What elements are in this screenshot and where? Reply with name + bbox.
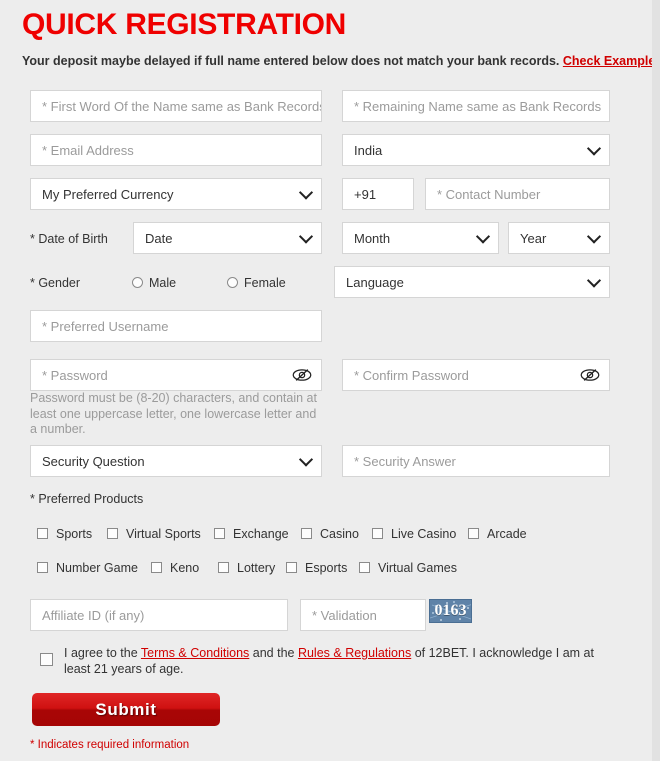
chevron-down-icon	[586, 229, 602, 244]
product-label-keno[interactable]: Keno	[170, 561, 199, 575]
product-checkbox-lottery[interactable]	[218, 562, 229, 573]
chevron-down-icon	[475, 229, 491, 244]
page-scroll-gutter	[652, 0, 660, 761]
security-question-value: Security Question	[42, 453, 145, 469]
country-select[interactable]: India	[342, 134, 610, 166]
security-question-select[interactable]: Security Question	[30, 445, 322, 477]
gender-male-label[interactable]: Male	[149, 276, 176, 290]
product-checkbox-arcade[interactable]	[468, 528, 479, 539]
terms-part-2: and the	[249, 646, 298, 660]
affiliate-id-placeholder: Affiliate ID (if any)	[42, 607, 145, 623]
captcha-image[interactable]: 0163	[429, 599, 472, 623]
validation-placeholder: * Validation	[312, 607, 377, 623]
country-value: India	[354, 142, 383, 158]
page-title: QUICK REGISTRATION	[22, 8, 347, 41]
affiliate-id-input[interactable]: Affiliate ID (if any)	[30, 599, 288, 631]
product-checkbox-exchange[interactable]	[214, 528, 225, 539]
gender-label: * Gender	[30, 276, 81, 290]
password-placeholder: * Password	[42, 367, 108, 383]
last-name-input[interactable]: * Remaining Name same as Bank Records	[342, 90, 610, 122]
required-information-note: * Indicates required information	[30, 739, 190, 751]
chevron-down-icon	[586, 273, 602, 288]
chevron-down-icon	[298, 229, 314, 244]
rules-and-regulations-link[interactable]: Rules & Regulations	[298, 646, 411, 660]
phone-prefix-value: +91	[354, 186, 377, 202]
check-example-link[interactable]: Check Example	[563, 54, 655, 68]
product-checkbox-live-casino[interactable]	[372, 528, 383, 539]
product-label-virtual-games[interactable]: Virtual Games	[378, 561, 457, 575]
terms-agree-checkbox[interactable]	[40, 653, 53, 666]
password-input[interactable]: * Password	[30, 359, 322, 391]
gender-male-radio[interactable]	[132, 277, 143, 288]
notice-text: Your deposit maybe delayed if full name …	[22, 54, 560, 68]
gender-female-radio[interactable]	[227, 277, 238, 288]
product-label-live-casino[interactable]: Live Casino	[391, 527, 456, 541]
email-input[interactable]: * Email Address	[30, 134, 322, 166]
product-label-number-game[interactable]: Number Game	[56, 561, 138, 575]
product-checkbox-esports[interactable]	[286, 562, 297, 573]
contact-number-placeholder: * Contact Number	[437, 186, 541, 202]
dob-year-value: Year	[520, 230, 547, 246]
first-name-placeholder: * First Word Of the Name same as Bank Re…	[42, 98, 322, 114]
chevron-down-icon	[298, 452, 314, 467]
captcha-code: 0163	[434, 602, 467, 619]
dob-day-select[interactable]: Date	[133, 222, 322, 254]
dob-day-value: Date	[145, 230, 173, 246]
username-input[interactable]: * Preferred Username	[30, 310, 322, 342]
terms-part-1: I agree to the	[64, 646, 141, 660]
language-select[interactable]: Language	[334, 266, 610, 298]
phone-prefix-field[interactable]: +91	[342, 178, 414, 210]
dob-month-select[interactable]: Month	[342, 222, 499, 254]
first-name-input[interactable]: * First Word Of the Name same as Bank Re…	[30, 90, 322, 122]
product-checkbox-virtual-games[interactable]	[359, 562, 370, 573]
dob-year-select[interactable]: Year	[508, 222, 610, 254]
gender-female-label[interactable]: Female	[244, 276, 286, 290]
product-label-exchange[interactable]: Exchange	[233, 527, 289, 541]
eye-slash-icon[interactable]	[580, 368, 600, 382]
password-hint: Password must be (8-20) characters, and …	[30, 391, 317, 436]
terms-text: I agree to the Terms & Conditions and th…	[64, 645, 610, 677]
bank-records-notice: Your deposit maybe delayed if full name …	[22, 54, 655, 68]
security-answer-input[interactable]: * Security Answer	[342, 445, 610, 477]
terms-and-conditions-link[interactable]: Terms & Conditions	[141, 646, 249, 660]
currency-value: My Preferred Currency	[42, 186, 174, 202]
last-name-placeholder: * Remaining Name same as Bank Records	[354, 98, 602, 114]
email-placeholder: * Email Address	[42, 142, 134, 158]
chevron-down-icon	[298, 185, 314, 200]
product-checkbox-sports[interactable]	[37, 528, 48, 539]
language-value: Language	[346, 274, 404, 290]
validation-input[interactable]: * Validation	[300, 599, 426, 631]
product-checkbox-number-game[interactable]	[37, 562, 48, 573]
preferred-products-label: * Preferred Products	[30, 492, 144, 506]
product-label-lottery[interactable]: Lottery	[237, 561, 275, 575]
currency-select[interactable]: My Preferred Currency	[30, 178, 322, 210]
confirm-password-placeholder: * Confirm Password	[354, 367, 469, 383]
product-label-esports[interactable]: Esports	[305, 561, 347, 575]
product-label-casino[interactable]: Casino	[320, 527, 359, 541]
eye-slash-icon[interactable]	[292, 368, 312, 382]
product-checkbox-casino[interactable]	[301, 528, 312, 539]
dob-month-value: Month	[354, 230, 391, 246]
product-checkbox-virtual-sports[interactable]	[107, 528, 118, 539]
product-label-sports[interactable]: Sports	[56, 527, 92, 541]
contact-number-input[interactable]: * Contact Number	[425, 178, 610, 210]
registration-page: QUICK REGISTRATION Your deposit maybe de…	[0, 0, 655, 761]
security-answer-placeholder: * Security Answer	[354, 453, 456, 469]
submit-button[interactable]: Submit	[32, 693, 220, 726]
chevron-down-icon	[586, 141, 602, 156]
product-checkbox-keno[interactable]	[151, 562, 162, 573]
date-of-birth-label: * Date of Birth	[30, 232, 108, 246]
product-label-virtual-sports[interactable]: Virtual Sports	[126, 527, 201, 541]
product-label-arcade[interactable]: Arcade	[487, 527, 527, 541]
username-placeholder: * Preferred Username	[42, 318, 169, 334]
confirm-password-input[interactable]: * Confirm Password	[342, 359, 610, 391]
